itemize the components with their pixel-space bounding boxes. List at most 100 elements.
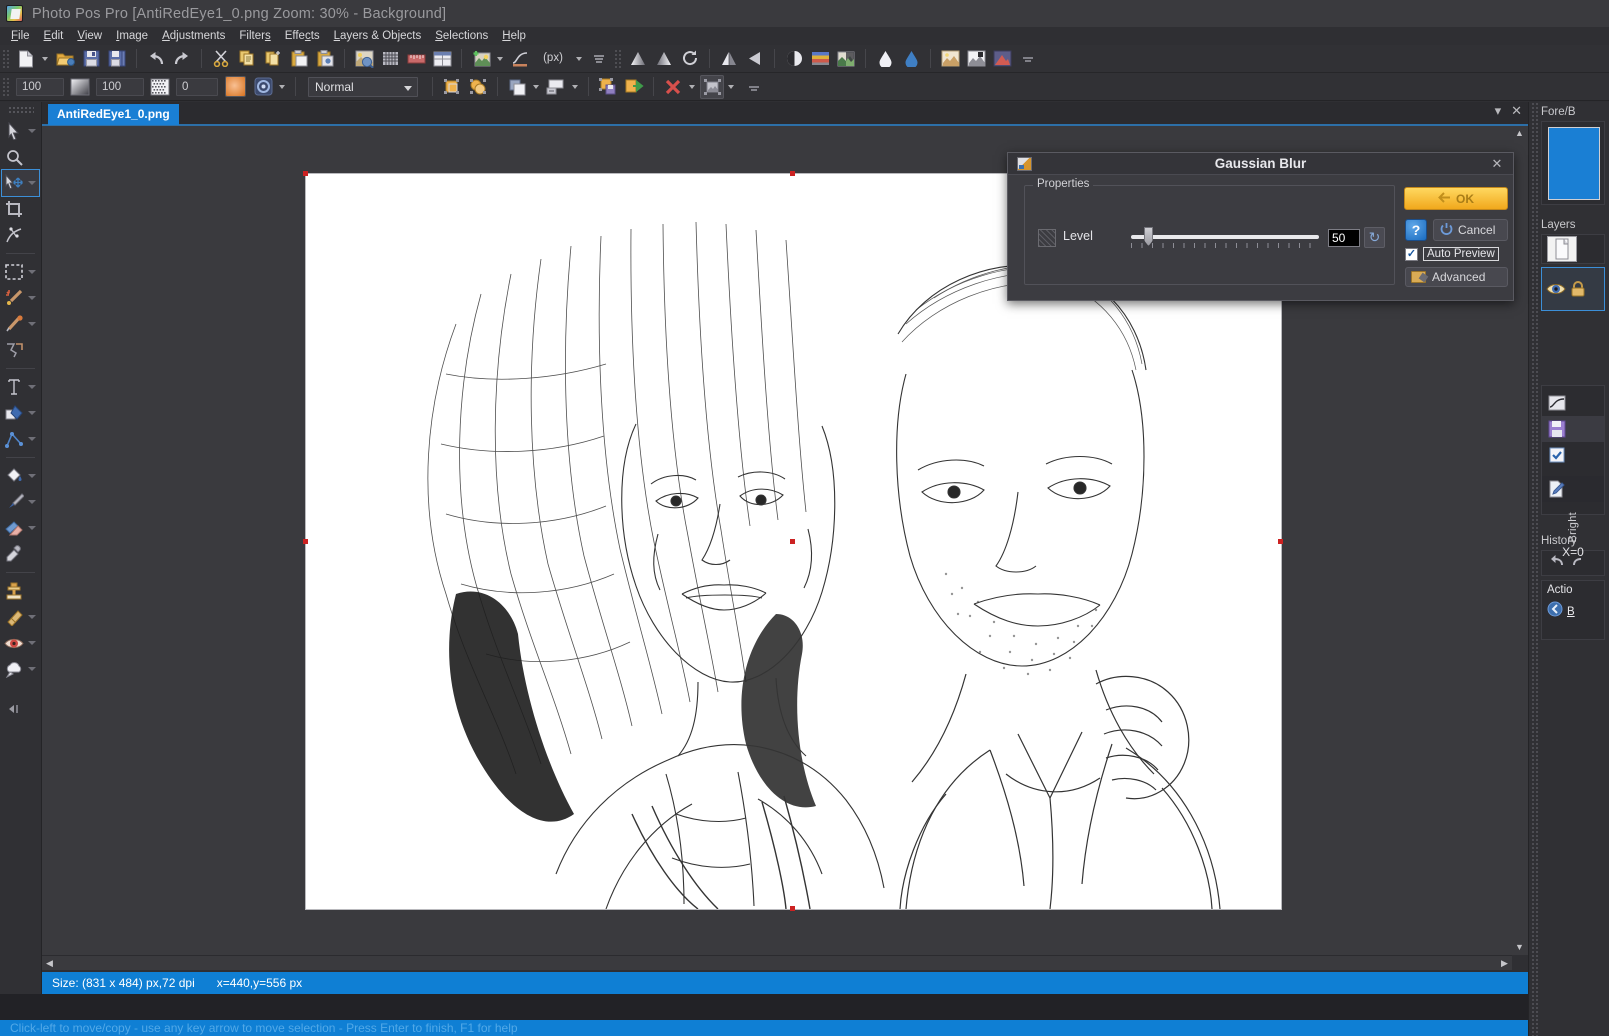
add-image-icon[interactable] (469, 47, 493, 71)
flip-horizontal-icon[interactable] (717, 47, 741, 71)
brush-tool[interactable] (0, 489, 41, 515)
move-tool[interactable] (2, 170, 39, 196)
paste-icon[interactable] (287, 47, 311, 71)
crop-tool[interactable] (0, 196, 41, 222)
move-selection-dropdown-icon[interactable] (25, 120, 39, 142)
redo-history-icon[interactable] (1572, 554, 1586, 573)
options-toolbar-grip[interactable] (2, 77, 10, 97)
path-node-tool[interactable] (0, 222, 41, 248)
collapse-tools-button[interactable] (0, 696, 41, 722)
save-icon[interactable] (79, 47, 103, 71)
blur-drop-icon[interactable] (873, 47, 897, 71)
foreground-color-swatch[interactable] (225, 76, 246, 97)
eyedropper-tool[interactable] (0, 541, 41, 567)
toolbar-grip[interactable] (2, 49, 10, 69)
menu-filters[interactable]: Filters (232, 29, 277, 43)
move-selection-tool[interactable] (0, 118, 41, 144)
delete-object-icon[interactable] (661, 75, 685, 99)
canvas-handle-top-left[interactable] (303, 171, 308, 176)
gaussian-blur-dialog[interactable]: Gaussian Blur ✕ Properties Level 50 ↻ OK… (1007, 152, 1514, 301)
edit-mask-row[interactable] (1542, 476, 1604, 502)
more-tools-icon[interactable] (1016, 47, 1040, 71)
arrange-dropdown-icon[interactable] (530, 75, 541, 99)
smudge-tool[interactable] (0, 604, 41, 630)
canvas-vertical-scrollbar[interactable]: ▲ ▼ (1512, 126, 1528, 955)
menu-effects[interactable]: Effects (278, 29, 327, 43)
canvas-handle-bottom-center[interactable] (790, 906, 795, 911)
copy-icon[interactable] (235, 47, 259, 71)
copy-merged-icon[interactable] (261, 47, 285, 71)
red-eye-tool[interactable] (0, 630, 41, 656)
text-tool-dropdown-icon[interactable] (25, 376, 39, 398)
lasso-dropdown-icon[interactable] (25, 313, 39, 335)
group-objects-icon[interactable] (466, 75, 490, 99)
save-layer-icon[interactable] (1546, 419, 1568, 439)
rectangle-select-tool[interactable] (0, 259, 41, 285)
lasso-tool[interactable] (0, 311, 41, 337)
paint-bucket-dropdown-icon[interactable] (25, 465, 39, 487)
new-document-dropdown-icon[interactable] (39, 47, 50, 71)
photo-mask-icon[interactable] (964, 47, 988, 71)
eraser-dropdown-icon[interactable] (25, 517, 39, 539)
layer-row-background[interactable] (1541, 267, 1605, 311)
clone-cloud-tool[interactable] (0, 656, 41, 682)
history-item-back[interactable]: B (1542, 598, 1604, 625)
free-transform-tool[interactable] (0, 337, 41, 363)
merge-objects-icon[interactable] (440, 75, 464, 99)
color-balance-icon[interactable] (834, 47, 858, 71)
arrange-icon[interactable] (505, 75, 529, 99)
align-canvas-icon[interactable] (544, 75, 568, 99)
color-bars-icon[interactable] (808, 47, 832, 71)
grid-icon[interactable] (378, 47, 402, 71)
menu-help[interactable]: Help (495, 29, 533, 43)
canvas-handle-left[interactable] (303, 539, 308, 544)
image-resize-icon[interactable] (352, 47, 376, 71)
clone-stamp-tool[interactable] (0, 578, 41, 604)
export-object-icon[interactable] (622, 75, 646, 99)
close-icon[interactable]: ✕ (1511, 104, 1522, 118)
brush-preset-icon[interactable] (251, 75, 275, 99)
auto-preview-checkbox[interactable]: ✓ (1405, 248, 1418, 261)
level-slider-track[interactable] (1131, 235, 1319, 239)
canvas-size-icon[interactable] (430, 47, 454, 71)
curves-icon[interactable] (508, 47, 532, 71)
object-props-dropdown-icon[interactable] (725, 75, 736, 99)
eraser-tool[interactable] (0, 515, 41, 541)
align-dropdown-icon[interactable] (569, 75, 580, 99)
blend-mode-select[interactable]: Normal (308, 77, 418, 97)
tools-palette-grip[interactable] (8, 106, 34, 115)
text-tool[interactable] (0, 374, 41, 400)
undo-history-icon[interactable] (1548, 554, 1566, 573)
dock-grip[interactable] (1531, 102, 1539, 1036)
save-layer-row[interactable] (1542, 416, 1604, 442)
shape-tool[interactable] (0, 400, 41, 426)
shape-tool-dropdown-icon[interactable] (25, 402, 39, 424)
canvas-handle-top-center[interactable] (790, 171, 795, 176)
fore-back-color-panel[interactable] (1541, 121, 1605, 205)
clone-cloud-dropdown-icon[interactable] (25, 658, 39, 680)
level-value-field[interactable]: 50 (1328, 229, 1360, 247)
ruler-icon[interactable] (404, 47, 428, 71)
layer-visible-eye-icon[interactable] (1545, 279, 1567, 299)
magic-wand-tool[interactable] (0, 285, 41, 311)
brush-dropdown-icon[interactable] (276, 75, 287, 99)
toolbar-grip[interactable] (614, 49, 622, 69)
feather-field[interactable]: 0 (176, 78, 218, 96)
paint-bucket-tool[interactable] (0, 463, 41, 489)
help-button[interactable]: ? (1405, 219, 1427, 241)
cancel-button[interactable]: Cancel (1433, 219, 1508, 241)
new-layer-icon[interactable] (1547, 236, 1577, 262)
brightness-contrast-icon[interactable] (782, 47, 806, 71)
cut-scissors-icon[interactable] (209, 47, 233, 71)
foreground-color-swatch[interactable] (1548, 127, 1600, 200)
align-list-icon[interactable] (587, 47, 611, 71)
magic-wand-dropdown-icon[interactable] (25, 287, 39, 309)
ok-button[interactable]: OK (1404, 187, 1508, 210)
units-dropdown-icon[interactable] (573, 47, 584, 71)
scroll-down-arrow-icon[interactable]: ▼ (1512, 940, 1527, 955)
rotate-icon[interactable] (678, 47, 702, 71)
curve-adjust-icon[interactable] (1546, 393, 1568, 413)
chevron-down-icon[interactable]: ▾ (1495, 104, 1502, 118)
red-eye-dropdown-icon[interactable] (25, 632, 39, 654)
menu-layers-objects[interactable]: Layers & Objects (327, 29, 429, 43)
